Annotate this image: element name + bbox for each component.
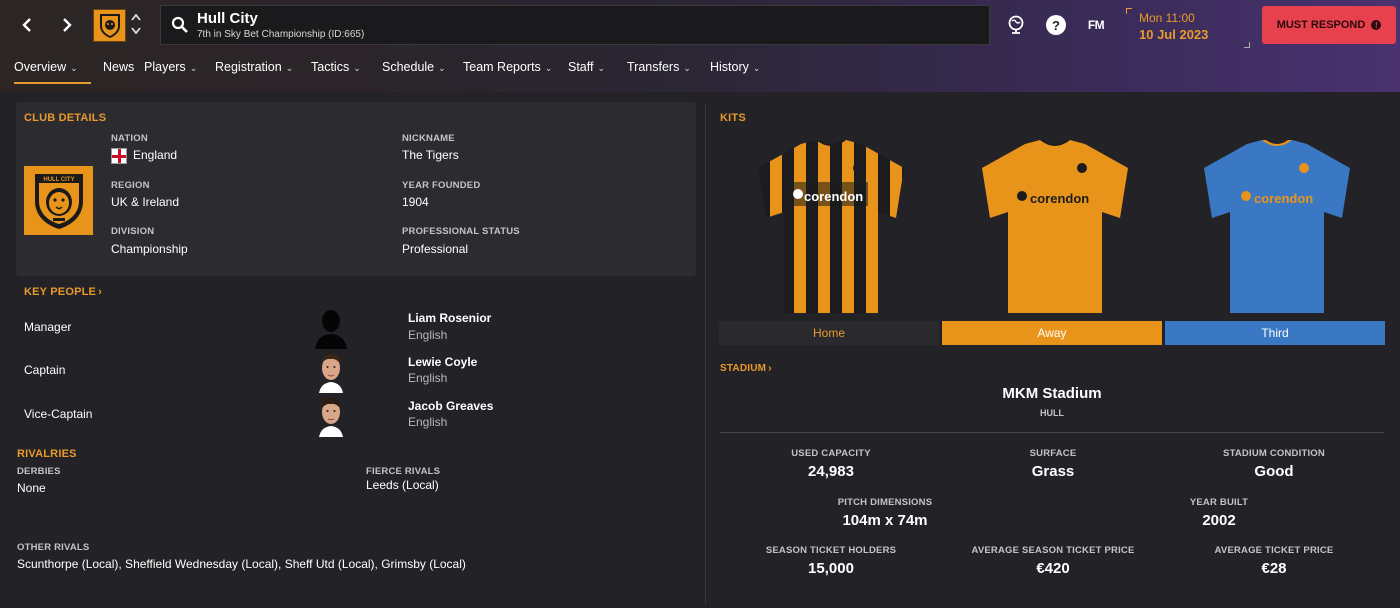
captain-name[interactable]: Lewie Coyle [408, 355, 477, 369]
chevron-down-icon: ⌄ [353, 63, 361, 73]
region-label: REGION [111, 180, 150, 191]
manager-nationality: English [408, 328, 448, 342]
stadium-title[interactable]: STADIUM › [720, 363, 772, 374]
top-bar: Hull City 7th in Sky Bet Championship (I… [0, 0, 1400, 92]
club-switch-icon[interactable] [130, 12, 142, 40]
tab-tactics[interactable]: Tactics ⌄ [311, 56, 377, 84]
date-date: 10 Jul 2023 [1139, 27, 1209, 42]
pitch-dimensions-stat: PITCH DIMENSIONS 104m x 74m [837, 497, 933, 529]
kits-title: KITS [720, 112, 746, 124]
kit-tab-third[interactable]: Third [1165, 321, 1385, 345]
vice-captain-nationality: English [408, 415, 448, 429]
nickname-value: The Tigers [402, 148, 459, 162]
kit-tab-away[interactable]: Away [942, 321, 1162, 345]
svg-text:HULL CITY: HULL CITY [43, 177, 74, 183]
derbies-value: None [17, 481, 46, 495]
tab-news[interactable]: News [103, 56, 141, 84]
tab-schedule[interactable]: Schedule ⌄ [382, 56, 458, 84]
chevron-down-icon: ⌄ [438, 63, 446, 73]
captain-nationality: English [408, 371, 448, 385]
year-founded-value: 1904 [402, 195, 429, 209]
captain-avatar[interactable] [313, 349, 349, 393]
england-flag-icon [111, 148, 127, 164]
club-subtitle: 7th in Sky Bet Championship (ID:665) [197, 29, 365, 40]
tab-team-reports[interactable]: Team Reports ⌄ [463, 56, 563, 84]
kit-tab-home[interactable]: Home [719, 321, 939, 345]
fierce-rivals-label: FIERCE RIVALS [366, 466, 441, 477]
svg-text:corendon: corendon [804, 189, 863, 204]
search-icon [171, 16, 189, 39]
division-label: DIVISION [111, 226, 155, 237]
stadium-name: MKM Stadium [1002, 385, 1102, 402]
surface-stat: SURFACE Grass [1029, 448, 1077, 480]
average-season-ticket-price-stat: AVERAGE SEASON TICKET PRICE €420 [971, 545, 1135, 577]
chevron-down-icon: ⌄ [597, 63, 606, 73]
year-founded-label: YEAR FOUNDED [402, 180, 481, 191]
svg-text:corendon: corendon [1030, 191, 1089, 206]
chevron-right-icon: › [768, 363, 772, 374]
tab-transfers[interactable]: Transfers ⌄ [627, 56, 705, 84]
manager-name[interactable]: Liam Rosenior [408, 311, 491, 325]
nickname-label: NICKNAME [402, 133, 455, 144]
tab-history[interactable]: History ⌄ [710, 56, 780, 84]
chevron-down-icon: ⌄ [189, 63, 198, 73]
stadium-city: HULL [1040, 408, 1064, 418]
club-details-title: CLUB DETAILS [24, 112, 107, 124]
role-vice-captain: Vice-Captain [24, 407, 93, 421]
tab-bar: Overview ⌄ News Players ⌄ Registration ⌄ Ta… [14, 56, 780, 84]
chevron-right-icon: › [98, 286, 102, 298]
nation-value[interactable]: England [111, 148, 177, 164]
season-ticket-holders-stat: SEASON TICKET HOLDERS 15,000 [765, 545, 897, 577]
division-value[interactable]: Championship [111, 242, 188, 256]
home-kit-image[interactable]: corendon [746, 138, 926, 318]
key-people-title[interactable]: KEY PEOPLE › [24, 286, 102, 298]
professional-status-value: Professional [402, 242, 469, 256]
date-display[interactable]: Mon 11:00 10 Jul 2023 [1126, 8, 1250, 48]
back-arrow-icon[interactable] [14, 12, 40, 38]
third-kit-image[interactable]: corendon [1192, 138, 1372, 318]
search-box[interactable]: Hull City 7th in Sky Bet Championship (I… [160, 5, 990, 45]
help-icon[interactable]: ? [1045, 14, 1067, 36]
forward-arrow-icon[interactable] [54, 12, 80, 38]
region-value: UK & Ireland [111, 195, 180, 209]
vice-captain-avatar[interactable] [313, 393, 349, 437]
club-crest-icon[interactable] [93, 9, 126, 42]
fierce-rivals-value[interactable]: Leeds (Local) [366, 478, 439, 492]
tab-registration[interactable]: Registration ⌄ [215, 56, 306, 84]
tab-overview[interactable]: Overview ⌄ [14, 56, 91, 84]
chevron-down-icon: ⌄ [285, 63, 294, 73]
away-kit-image[interactable]: corendon [970, 138, 1150, 318]
professional-status-label: PROFESSIONAL STATUS [402, 226, 520, 237]
stadium-condition-stat: STADIUM CONDITION Good [1223, 448, 1325, 480]
vice-captain-name[interactable]: Jacob Greaves [408, 399, 493, 413]
role-manager: Manager [24, 320, 72, 334]
chevron-down-icon: ⌄ [544, 63, 553, 73]
club-title: Hull City [197, 10, 258, 27]
globe-icon[interactable] [1005, 14, 1027, 36]
manager-avatar[interactable] [313, 305, 349, 349]
year-built-stat: YEAR BUILT 2002 [1189, 497, 1249, 529]
role-captain: Captain [24, 363, 66, 377]
derbies-label: DERBIES [17, 466, 61, 477]
used-capacity-stat: USED CAPACITY 24,983 [791, 448, 871, 480]
tab-staff[interactable]: Staff ⌄ [568, 56, 622, 84]
nation-label: NATION [111, 133, 148, 144]
alert-icon: ! [1371, 20, 1382, 30]
other-rivals-label: OTHER RIVALS [17, 542, 90, 553]
must-respond-button[interactable]: MUST RESPOND ! [1262, 6, 1396, 44]
average-ticket-price-stat: AVERAGE TICKET PRICE €28 [1214, 545, 1334, 577]
other-rivals-value[interactable]: Scunthorpe (Local), Sheffield Wednesday … [17, 557, 466, 571]
club-crest-icon: HULL CITY [24, 166, 93, 235]
rivalries-title: RIVALRIES [17, 448, 77, 460]
column-divider [705, 104, 706, 604]
stadium-divider [720, 432, 1384, 433]
chevron-down-icon: ⌄ [70, 63, 78, 73]
svg-text:corendon: corendon [1254, 191, 1313, 206]
chevron-down-icon: ⌄ [683, 63, 691, 73]
fm-logo-icon[interactable]: FM [1082, 14, 1110, 36]
date-time: Mon 11:00 [1139, 11, 1195, 25]
chevron-down-icon: ⌄ [752, 63, 761, 73]
tab-players[interactable]: Players ⌄ [144, 56, 210, 84]
